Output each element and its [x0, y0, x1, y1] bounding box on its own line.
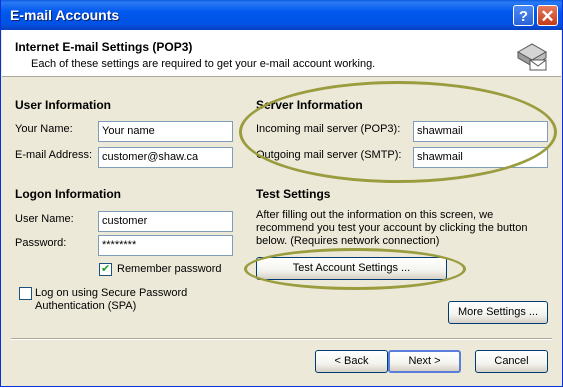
header-subtitle: Each of these settings are required to g… — [31, 58, 376, 70]
user-info-heading: User Information — [15, 98, 112, 112]
email-address-label: E-mail Address: — [15, 149, 93, 161]
email-address-input[interactable]: customer@shaw.ca — [98, 147, 233, 168]
more-settings-button[interactable]: More Settings ... — [448, 301, 548, 324]
footer-separator — [11, 338, 552, 340]
test-desc-line3: below. (Requires network connection) — [256, 235, 440, 247]
test-account-settings-button[interactable]: Test Account Settings ... — [256, 257, 447, 280]
next-button[interactable]: Next > — [388, 350, 461, 373]
back-button[interactable]: < Back — [315, 350, 388, 373]
remember-password-label: Remember password — [117, 263, 222, 275]
outgoing-server-label: Outgoing mail server (SMTP): — [256, 149, 402, 161]
spa-label-line1: Log on using Secure Password — [35, 287, 188, 299]
user-name-input[interactable]: customer — [98, 211, 233, 232]
your-name-label: Your Name: — [15, 123, 73, 135]
header-panel: Internet E-mail Settings (POP3) Each of … — [2, 30, 561, 77]
user-name-label: User Name: — [15, 213, 74, 225]
your-name-input[interactable]: Your name — [98, 121, 233, 142]
outgoing-server-input[interactable]: shawmail — [413, 147, 548, 168]
help-button[interactable]: ? — [513, 5, 534, 26]
mail-server-icon — [516, 43, 548, 71]
spa-checkbox[interactable] — [19, 287, 32, 300]
incoming-server-label: Incoming mail server (POP3): — [256, 123, 401, 135]
cancel-button[interactable]: Cancel — [475, 350, 548, 373]
close-button[interactable]: ✕ — [537, 5, 558, 26]
spa-label-line2: Authentication (SPA) — [35, 300, 137, 312]
checkmark-icon: ✔ — [101, 262, 111, 275]
logon-info-heading: Logon Information — [15, 187, 121, 201]
window-title: E-mail Accounts — [10, 7, 120, 23]
email-accounts-dialog: E-mail Accounts ? ✕ Internet E-mail Sett… — [0, 0, 563, 387]
title-bar[interactable]: E-mail Accounts ? ✕ — [1, 0, 562, 30]
password-input[interactable]: ******** — [98, 235, 233, 256]
test-desc-line1: After filling out the information on thi… — [256, 209, 494, 221]
incoming-server-input[interactable]: shawmail — [413, 121, 548, 142]
password-label: Password: — [15, 237, 67, 249]
test-desc-line2: recommend you test your account by click… — [256, 222, 528, 234]
header-title: Internet E-mail Settings (POP3) — [15, 40, 193, 54]
server-info-heading: Server Information — [256, 98, 363, 112]
test-settings-heading: Test Settings — [256, 187, 331, 201]
remember-password-checkbox[interactable]: ✔ — [99, 262, 112, 276]
